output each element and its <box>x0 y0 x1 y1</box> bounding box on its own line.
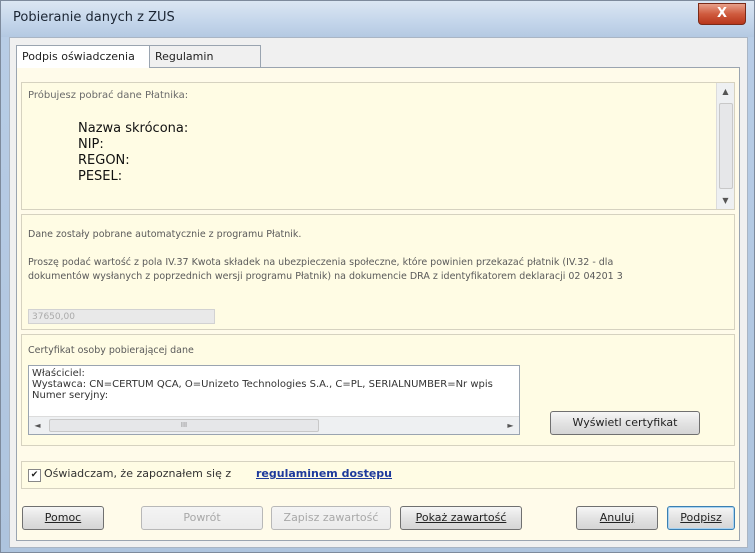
certificate-panel: Certyfikat osoby pobierającej dane Właśc… <box>21 334 735 446</box>
payer-field-regon: REGON: <box>78 153 130 168</box>
cancel-button[interactable]: Anuluj <box>576 506 658 530</box>
payer-field-short-name: Nazwa skrócona: <box>78 121 189 136</box>
scroll-left-arrow-icon[interactable]: ◄ <box>29 417 46 434</box>
show-certificate-button[interactable]: Wyświetl certyfikat <box>550 411 700 435</box>
certificate-text: Właściciel: Wystawca: CN=CERTUM QCA, O=U… <box>32 368 493 401</box>
instruction-line-1: Proszę podać wartość z pola IV.37 Kwota … <box>28 257 614 268</box>
scroll-down-arrow-icon[interactable]: ▼ <box>717 192 734 209</box>
contribution-amount-input[interactable]: 37650,00 <box>28 309 215 324</box>
certificate-label: Certyfikat osoby pobierającej dane <box>28 345 194 356</box>
save-content-button[interactable]: Zapisz zawartość <box>271 506 391 530</box>
certificate-info-box[interactable]: Właściciel: Wystawca: CN=CERTUM QCA, O=U… <box>28 365 520 435</box>
tab-podpis-oswiadczenia[interactable]: Podpis oświadczenia <box>16 45 150 68</box>
back-button[interactable]: Powrót <box>141 506 263 530</box>
payer-intro-text: Próbujesz pobrać dane Płatnika: <box>28 90 189 101</box>
scroll-right-arrow-icon[interactable]: ► <box>502 417 519 434</box>
certificate-horizontal-scrollbar[interactable]: ◄ III ► <box>29 416 519 434</box>
payer-data-panel: Próbujesz pobrać dane Płatnika: Nazwa sk… <box>21 82 735 210</box>
consent-checkbox[interactable]: ✔ <box>28 469 41 482</box>
tab-page: Próbujesz pobrać dane Płatnika: Nazwa sk… <box>16 67 740 541</box>
show-certificate-label: Wyświetl certyfikat <box>572 416 678 429</box>
cert-serial-label: Numer seryjny: <box>32 390 109 401</box>
show-content-label: Pokaż zawartość <box>415 511 507 524</box>
help-button[interactable]: Pomoc <box>22 506 104 530</box>
payer-field-pesel: PESEL: <box>78 169 123 184</box>
show-content-button[interactable]: Pokaż zawartość <box>400 506 522 530</box>
consent-text: Oświadczam, że zapoznałem się z <box>44 467 232 480</box>
cert-issuer: Wystawca: CN=CERTUM QCA, O=Unizeto Techn… <box>32 379 493 390</box>
sign-button[interactable]: Podpisz <box>667 506 735 530</box>
tab-regulamin-dostepu[interactable]: Regulamin dostępu <box>149 45 261 84</box>
dialog-window: Pobieranie danych z ZUS X Podpis oświadc… <box>0 0 755 553</box>
auto-data-panel: Dane zostały pobrane automatycznie z pro… <box>21 214 735 330</box>
instruction-line-2: dokumentów wysłanych z poprzednich wersj… <box>28 271 623 282</box>
payer-fields: Nazwa skrócona: NIP: REGON: PESEL: <box>78 121 188 185</box>
button-bar: Pomoc Powrót Zapisz zawartość Pokaż zawa… <box>17 493 739 539</box>
scroll-thumb[interactable] <box>719 103 733 189</box>
horizontal-scroll-thumb[interactable]: III <box>49 419 319 432</box>
dialog-client-area: Podpis oświadczenia Regulamin dostępu Pr… <box>9 37 748 548</box>
save-content-label: Zapisz zawartość <box>283 511 379 524</box>
regulations-link[interactable]: regulaminem dostępu <box>256 467 392 480</box>
title-bar[interactable]: Pobieranie danych z ZUS X <box>1 1 754 37</box>
payer-field-nip: NIP: <box>78 137 104 152</box>
cert-owner-label: Właściciel: <box>32 368 85 379</box>
back-button-label: Powrót <box>183 511 221 524</box>
help-button-label: Pomoc <box>44 511 82 524</box>
cancel-button-label: Anuluj <box>599 511 635 524</box>
payer-panel-vertical-scrollbar[interactable]: ▲ ▼ <box>716 83 734 209</box>
sign-button-label: Podpisz <box>680 511 722 524</box>
consent-panel: ✔ Oświadczam, że zapoznałem się z regula… <box>21 461 735 489</box>
window-title: Pobieranie danych z ZUS <box>13 10 175 25</box>
auto-info-text: Dane zostały pobrane automatycznie z pro… <box>28 229 302 240</box>
scroll-up-arrow-icon[interactable]: ▲ <box>717 83 734 100</box>
close-button[interactable]: X <box>698 3 746 25</box>
